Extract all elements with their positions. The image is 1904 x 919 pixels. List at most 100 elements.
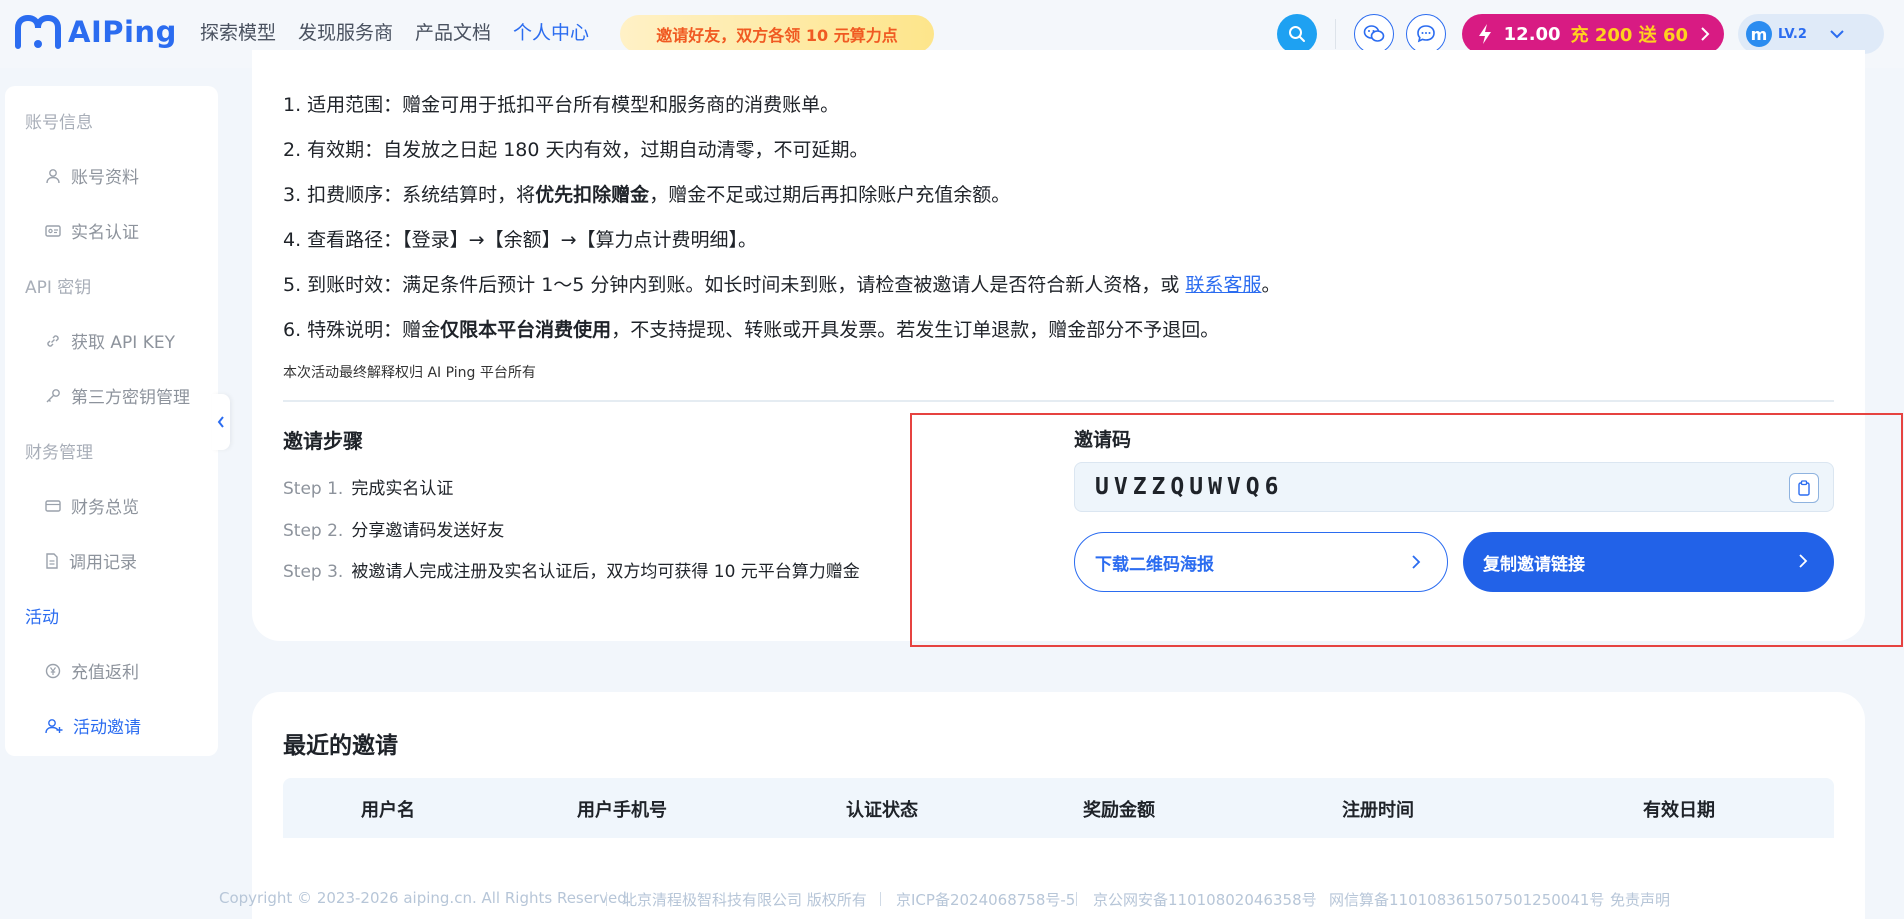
sidebar-item-label: 财务总览 xyxy=(71,498,139,518)
rule-text: 3. 扣费顺序：系统结算时，将 xyxy=(283,184,536,206)
invite-promo-banner[interactable]: 邀请好友，双方各领 10 元算力点 xyxy=(620,15,934,53)
column-header-register-time: 注册时间 xyxy=(1342,800,1414,821)
sidebar-item-activity-invite[interactable]: 活动邀请 xyxy=(45,713,141,738)
column-header-verification-status: 认证状态 xyxy=(846,800,918,821)
nav-explore-models[interactable]: 探索模型 xyxy=(200,18,276,54)
column-header-username: 用户名 xyxy=(361,800,415,821)
rule-text: 5. 到账时效：满足条件后预计 1～5 分钟内到账。如长时间未到账，请检查被邀请… xyxy=(283,274,1186,296)
logo-mark-icon xyxy=(15,14,61,49)
step-number: Step 3. xyxy=(283,562,344,582)
logo[interactable]: AIPing xyxy=(14,14,177,50)
rule-deduction-order: 3. 扣费顺序：系统结算时，将优先扣除赠金，赠金不足或过期后再扣除账户充值余额。 xyxy=(283,180,1281,225)
footer-company: 北京清程极智科技有限公司 版权所有 xyxy=(622,891,867,909)
column-header-reward-amount: 奖励金额 xyxy=(1083,800,1155,821)
invite-step: Step 3. 被邀请人完成注册及实名认证后，双方均可获得 10 元平台算力赠金 xyxy=(283,557,860,582)
sidebar-item-label: 调用记录 xyxy=(69,553,137,573)
footer-divider xyxy=(880,892,881,906)
rule-emphasis: 优先扣除赠金 xyxy=(535,184,650,206)
sidebar-item-realname[interactable]: 实名认证 xyxy=(45,218,139,243)
sidebar-group-finance: 财务管理 xyxy=(25,443,93,463)
step-text: 分享邀请码发送好友 xyxy=(351,521,505,541)
rule-view-path: 4. 查看路径：【登录】→【余额】→【算力点计费明细】。 xyxy=(283,229,758,251)
rule-text: 6. 特殊说明：赠金 xyxy=(283,319,441,341)
sidebar-item-label: 活动邀请 xyxy=(73,718,141,738)
wallet-icon xyxy=(45,499,61,512)
avatar: m xyxy=(1746,21,1772,47)
download-qr-poster-button[interactable]: 下载二维码海报 xyxy=(1074,532,1448,592)
link-icon xyxy=(47,334,59,347)
wechat-button[interactable] xyxy=(1353,14,1394,54)
user-menu[interactable]: m LV.2 xyxy=(1738,14,1884,54)
footer-icp-link[interactable]: 京ICP备2024068758号-5 xyxy=(896,889,1075,910)
chevron-right-icon xyxy=(1701,27,1710,41)
sidebar-item-label: 获取 API KEY xyxy=(71,333,175,353)
sidebar-item-third-party-keys[interactable]: 第三方密钥管理 xyxy=(45,383,190,408)
header-divider xyxy=(1334,19,1336,49)
footer-disclaimer-link[interactable]: 免责声明 xyxy=(1610,889,1670,910)
step-number: Step 2. xyxy=(283,521,344,541)
sidebar-item-profile[interactable]: 账号资料 xyxy=(45,163,139,188)
rules-footnote: 本次活动最终解释权归 AI Ping 平台所有 xyxy=(283,365,536,381)
table-header: 用户名 用户手机号 认证状态 奖励金额 注册时间 有效日期 xyxy=(283,778,1834,838)
column-header-phone: 用户手机号 xyxy=(577,800,667,821)
header-actions: 12.00 充 200 送 60 m LV.2 xyxy=(1276,14,1884,54)
sidebar-item-label: 实名认证 xyxy=(71,223,139,243)
invite-code-field: UVZZQUWVQ6 xyxy=(1074,462,1834,512)
nav-providers[interactable]: 发现服务商 xyxy=(298,18,393,54)
rule-text: 。 xyxy=(1261,274,1281,296)
sidebar: 账号信息 账号资料 实名认证 API 密钥 获取 API KEY 第三方密钥管理… xyxy=(5,86,218,756)
chevron-right-icon xyxy=(1799,554,1808,568)
rule-special-note: 6. 特殊说明：赠金仅限本平台消费使用，不支持提现、转账或开具发票。若发生订单退… xyxy=(283,315,1281,360)
copy-code-button[interactable] xyxy=(1789,473,1819,503)
sidebar-item-recharge-rebate[interactable]: 充值返利 xyxy=(45,658,139,683)
section-divider xyxy=(283,400,1834,402)
recent-invites-title: 最近的邀请 xyxy=(283,733,398,759)
footer: Copyright © 2023-2026 aiping.cn. All Rig… xyxy=(0,886,1904,912)
activity-rules: 1. 适用范围：赠金可用于抵扣平台所有模型和服务商的消费账单。 2. 有效期：自… xyxy=(283,90,1281,360)
chevron-down-icon xyxy=(1830,30,1844,39)
footer-copyright: Copyright © 2023-2026 aiping.cn. All Rig… xyxy=(219,889,632,907)
sidebar-item-label: 第三方密钥管理 xyxy=(71,388,190,408)
sidebar-item-get-api-key[interactable]: 获取 API KEY xyxy=(45,328,175,353)
sidebar-item-finance-overview[interactable]: 财务总览 xyxy=(45,493,139,518)
chevron-left-icon xyxy=(217,416,224,428)
search-button[interactable] xyxy=(1276,14,1317,54)
logo-text: AIPing xyxy=(68,15,177,49)
sidebar-group-activity: 活动 xyxy=(25,608,59,628)
rule-emphasis: 仅限本平台消费使用 xyxy=(440,319,612,341)
sidebar-group-account: 账号信息 xyxy=(25,113,93,133)
credit-amount: 12.00 xyxy=(1503,23,1561,45)
rule-text: ，不支持提现、转账或开具发票。若发生订单退款，赠金部分不予退回。 xyxy=(611,319,1220,341)
main-nav: 探索模型 发现服务商 产品文档 个人中心 xyxy=(200,18,590,54)
footer-divider xyxy=(606,892,607,906)
step-text: 被邀请人完成注册及实名认证后，双方均可获得 10 元平台算力赠金 xyxy=(351,562,860,582)
sidebar-item-label: 充值返利 xyxy=(71,663,139,683)
invite-code-value: UVZZQUWVQ6 xyxy=(1095,474,1284,500)
wechat-icon xyxy=(1363,25,1384,42)
chevron-right-icon xyxy=(1412,555,1421,569)
copy-invite-link-button[interactable]: 复制邀请链接 xyxy=(1463,532,1834,592)
nav-personal-center[interactable]: 个人中心 xyxy=(513,18,590,54)
step-number: Step 1. xyxy=(283,479,344,499)
footer-divider xyxy=(1076,892,1077,906)
user-icon xyxy=(46,168,60,183)
chat-bubble-icon xyxy=(1416,25,1435,43)
credit-recharge-pill[interactable]: 12.00 充 200 送 60 xyxy=(1461,14,1724,54)
rule-text: ，赠金不足或过期后再扣除账户充值余额。 xyxy=(649,184,1011,206)
invite-step: Step 2. 分享邀请码发送好友 xyxy=(283,516,504,541)
document-icon xyxy=(46,552,58,569)
footer-algo-link[interactable]: 网信算备110108361507501250041号 xyxy=(1329,889,1604,910)
contact-support-link[interactable]: 联系客服 xyxy=(1185,274,1261,296)
sidebar-collapse-toggle[interactable] xyxy=(212,394,230,450)
clipboard-icon xyxy=(1798,480,1810,496)
sidebar-item-label: 账号资料 xyxy=(71,168,139,188)
sidebar-item-call-records[interactable]: 调用记录 xyxy=(45,548,137,573)
invite-step: Step 1. 完成实名认证 xyxy=(283,474,453,499)
rule-arrival-time: 5. 到账时效：满足条件后预计 1～5 分钟内到账。如长时间未到账，请检查被邀请… xyxy=(283,270,1281,315)
footer-police-link[interactable]: 京公网安备11010802046358号 xyxy=(1093,889,1317,910)
highlight-box xyxy=(910,413,1903,647)
nav-docs[interactable]: 产品文档 xyxy=(415,18,491,54)
button-label: 复制邀请链接 xyxy=(1483,554,1585,575)
message-button[interactable] xyxy=(1405,14,1446,54)
column-header-valid-date: 有效日期 xyxy=(1643,800,1715,821)
